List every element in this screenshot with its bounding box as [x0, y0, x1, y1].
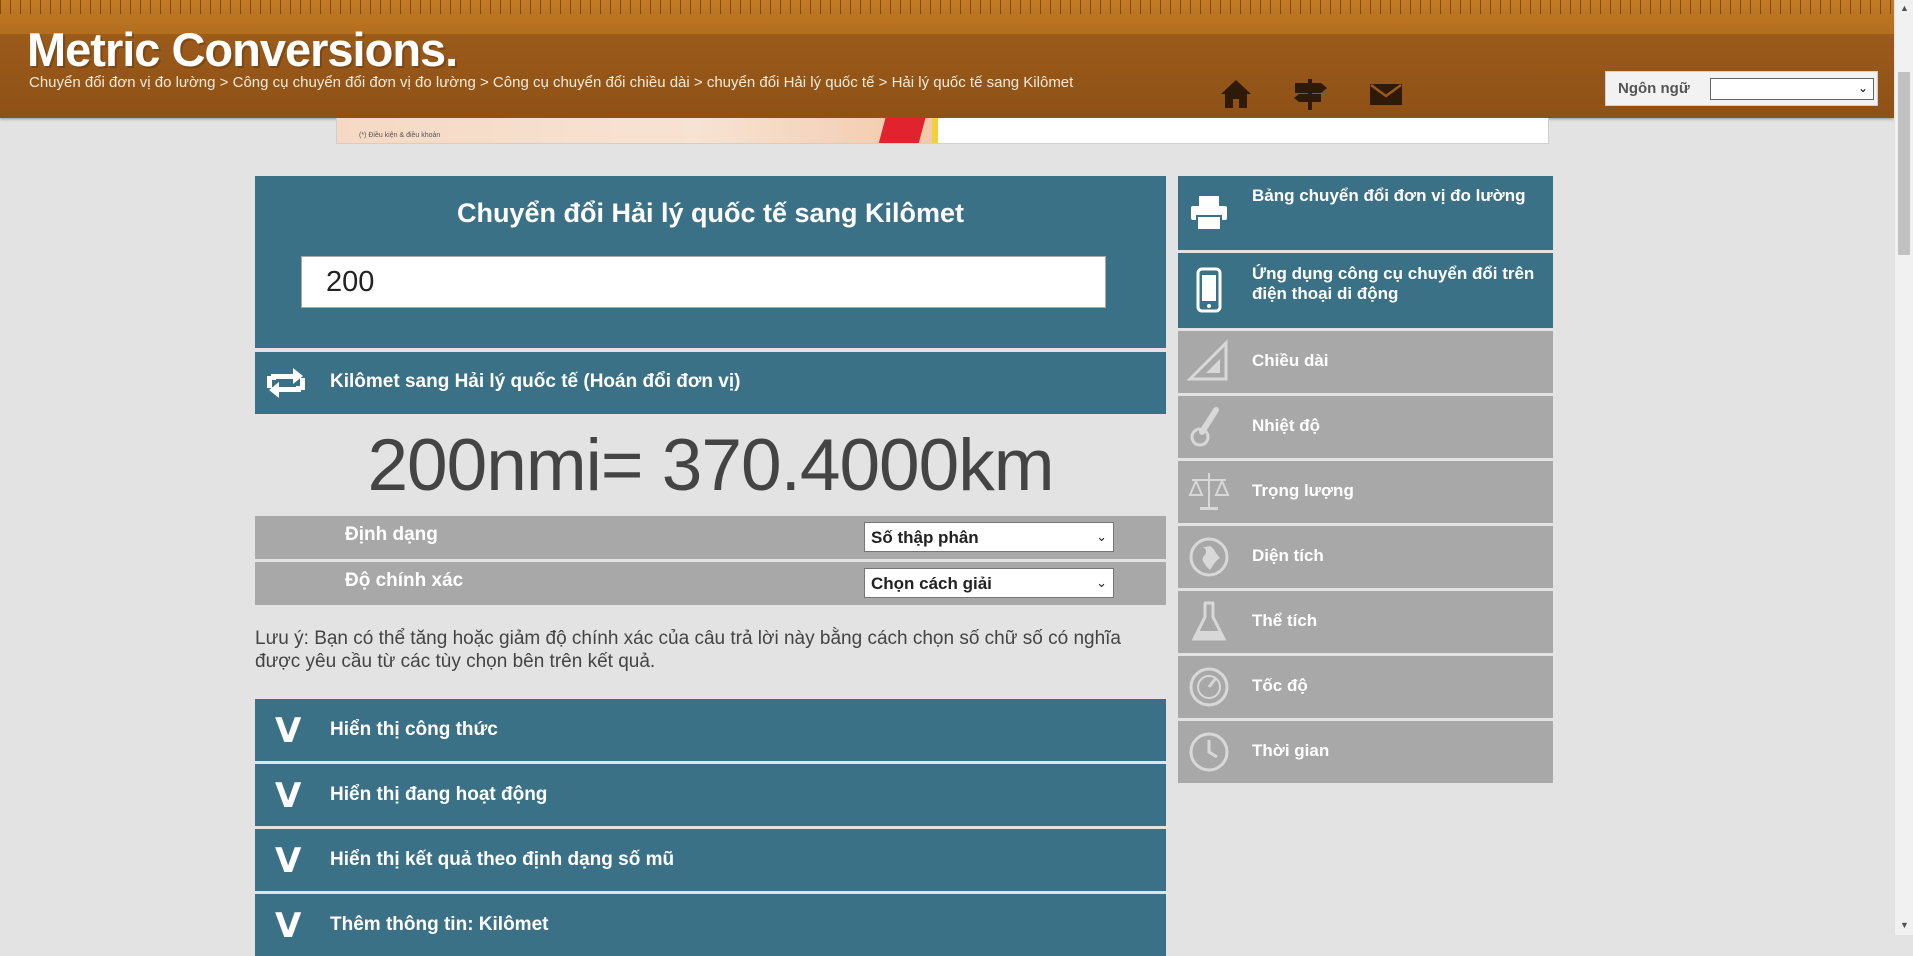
scroll-thumb[interactable]	[1898, 72, 1910, 255]
ad-fine-print: (*) Điều kiện & điều khoản	[359, 132, 441, 139]
accordion-more-info[interactable]: V Thêm thông tin: Kilômet	[255, 894, 1166, 956]
sidebar-label: Thể tích	[1252, 611, 1318, 630]
expand-icon: V	[275, 841, 302, 881]
ad-red-stripe	[878, 118, 926, 143]
swap-icon	[267, 368, 305, 398]
breadcrumb-item[interactable]: Công cụ chuyển đổi chiều dài	[493, 74, 690, 91]
site-logo[interactable]: Metric Conversions.	[27, 22, 458, 77]
language-dropdown[interactable]: ⌄	[1710, 78, 1874, 100]
sidebar-item-weight[interactable]: Trọng lượng	[1178, 461, 1553, 523]
thermometer-icon	[1190, 407, 1219, 447]
sidebar-label: Tốc độ	[1252, 676, 1308, 695]
flask-icon	[1191, 601, 1227, 641]
ad-yellow-stripe	[932, 118, 938, 143]
breadcrumb-item[interactable]: Công cụ chuyển đổi đơn vị đo lường	[233, 74, 476, 91]
conversion-result: 200nmi= 370.4000km	[367, 425, 1054, 506]
chevron-down-icon: ⌄	[1096, 529, 1107, 544]
value-input[interactable]	[301, 256, 1106, 308]
clock-icon	[1189, 732, 1229, 772]
language-label: Ngôn ngữ	[1618, 80, 1690, 97]
swap-label: Kilômet sang Hải lý quốc tế (Hoán đổi đơ…	[330, 371, 741, 392]
globe-icon	[1189, 537, 1229, 577]
format-value: Số thập phân	[871, 528, 979, 547]
precision-note: Lưu ý: Bạn có thể tăng hoặc giảm độ chín…	[255, 628, 1121, 672]
printer-icon	[1191, 196, 1227, 231]
scroll-up-arrow-icon[interactable]: ▲	[1900, 3, 1909, 13]
sidebar-item-volume[interactable]: Thể tích	[1178, 591, 1553, 653]
converter-header: Chuyển đổi Hải lý quốc tế sang Kilômet	[255, 176, 1166, 348]
sidebar-label: Diện tích	[1252, 546, 1324, 565]
breadcrumb-item[interactable]: chuyển đổi Hải lý quốc tế	[707, 74, 875, 91]
sidebar-label: Trọng lượng	[1252, 481, 1354, 500]
sidebar-item-mobile-app[interactable]: Ứng dụng công cụ chuyển đổi trên điện th…	[1178, 253, 1553, 328]
accordion-scientific-notation[interactable]: V Hiển thị kết quả theo định dạng số mũ	[255, 829, 1166, 891]
page-title: Chuyển đổi Hải lý quốc tế sang Kilômet	[456, 198, 965, 228]
home-icon[interactable]	[1216, 76, 1256, 112]
language-selector: Ngôn ngữ ⌄	[1605, 71, 1878, 106]
chevron-down-icon: ⌄	[1096, 575, 1107, 590]
set-square-icon	[1186, 339, 1228, 381]
format-select[interactable]: Số thập phân ⌄	[864, 522, 1114, 552]
site-header: Metric Conversions. Chuyển đổi đơn vị đo…	[0, 0, 1894, 118]
breadcrumb-item-current[interactable]: Hải lý quốc tế sang Kilômet	[892, 74, 1074, 91]
sidebar-label: Chiều dài	[1252, 351, 1329, 370]
sidebar-label: Bảng chuyển đổi đơn vị đo lường	[1252, 186, 1526, 205]
sidebar-item-conversion-tables[interactable]: Bảng chuyển đổi đơn vị đo lường	[1178, 176, 1553, 250]
sidebar-item-time[interactable]: Thời gian	[1178, 721, 1553, 783]
breadcrumb-separator: >	[874, 74, 892, 91]
scroll-down-arrow-icon[interactable]: ▼	[1900, 920, 1909, 930]
advertisement-banner[interactable]: (*) Điều kiện & điều khoản	[336, 118, 1549, 144]
format-row: Định dạng Số thập phân ⌄	[255, 516, 1166, 559]
accordion-label: Hiển thị đang hoạt động	[330, 784, 548, 805]
expand-icon: V	[275, 776, 302, 816]
chevron-down-icon: ⌄	[1857, 81, 1868, 95]
precision-label: Độ chính xác	[345, 570, 464, 591]
accordion-label: Hiển thị công thức	[330, 719, 498, 740]
ad-image	[337, 118, 937, 143]
accordion-show-formula[interactable]: V Hiển thị công thức	[255, 699, 1166, 761]
breadcrumb-separator: >	[475, 74, 493, 91]
mail-icon[interactable]	[1366, 76, 1406, 112]
accordion-label: Thêm thông tin: Kilômet	[330, 914, 549, 935]
precision-select[interactable]: Chọn cách giải ⌄	[864, 568, 1114, 598]
breadcrumb-separator: >	[689, 74, 707, 91]
breadcrumb: Chuyển đổi đơn vị đo lường > Công cụ chu…	[29, 74, 1073, 91]
format-label: Định dạng	[345, 524, 438, 545]
precision-row: Độ chính xác Chọn cách giải ⌄	[255, 562, 1166, 605]
speedometer-icon	[1189, 667, 1229, 707]
accordion-label: Hiển thị kết quả theo định dạng số mũ	[330, 849, 675, 870]
scales-icon	[1188, 473, 1230, 510]
sidebar-item-temperature[interactable]: Nhiệt độ	[1178, 396, 1553, 458]
page-scrollbar[interactable]: ▲ ▼	[1894, 0, 1913, 935]
expand-icon: V	[275, 906, 302, 946]
swap-units-button[interactable]: Kilômet sang Hải lý quốc tế (Hoán đổi đơ…	[255, 352, 1166, 414]
sidebar-label: Nhiệt độ	[1252, 416, 1320, 435]
accordion-show-working[interactable]: V Hiển thị đang hoạt động	[255, 764, 1166, 826]
expand-icon: V	[275, 711, 302, 751]
precision-value: Chọn cách giải	[871, 574, 992, 593]
sidebar-item-area[interactable]: Diện tích	[1178, 526, 1553, 588]
sidebar-label: Ứng dụng công cụ chuyển đổi trên điện th…	[1252, 264, 1535, 303]
sidebar-item-length[interactable]: Chiều dài	[1178, 331, 1553, 393]
breadcrumb-item[interactable]: Chuyển đổi đơn vị đo lường	[29, 74, 216, 91]
mobile-phone-icon	[1196, 267, 1222, 313]
signpost-icon[interactable]	[1290, 76, 1330, 112]
breadcrumb-separator: >	[215, 74, 233, 91]
sidebar-item-speed[interactable]: Tốc độ	[1178, 656, 1553, 718]
sidebar-label: Thời gian	[1252, 741, 1330, 760]
